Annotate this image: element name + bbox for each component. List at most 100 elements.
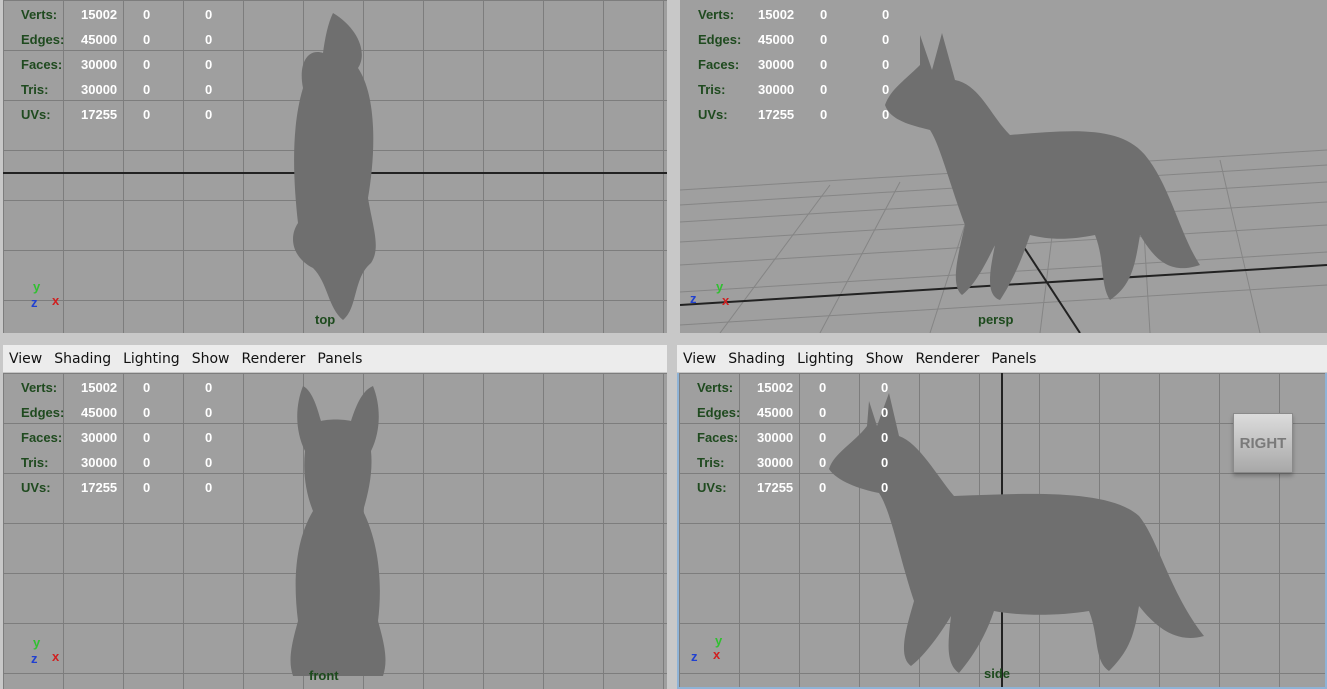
axis-x-label: x bbox=[52, 649, 60, 664]
menu-renderer[interactable]: Renderer bbox=[915, 351, 979, 367]
menu-view[interactable]: View bbox=[9, 351, 42, 367]
hud-value: 0 bbox=[882, 57, 890, 72]
viewport-side[interactable]: View Shading Lighting Show Renderer Pane… bbox=[677, 345, 1327, 689]
axis-indicator: y x z bbox=[688, 279, 730, 319]
poly-count-hud: Verts: 15002 0 0 Edges: 45000 0 0 Faces: 30000 0 0 T… bbox=[21, 375, 245, 500]
hud-value: 0 bbox=[143, 107, 151, 122]
menu-renderer[interactable]: Renderer bbox=[241, 351, 305, 367]
dog-model-top bbox=[293, 13, 376, 320]
hud-value: 30000 bbox=[81, 57, 118, 72]
viewport-persp[interactable]: Verts: 15002 0 0 Edges: 45000 0 0 Faces: 30000 0 0 T… bbox=[680, 0, 1327, 333]
hud-value: 0 bbox=[143, 82, 151, 97]
panel-menubar: View Shading Lighting Show Renderer Pane… bbox=[3, 345, 667, 373]
hud-label: Edges: bbox=[698, 32, 742, 47]
hud-row: Verts: 15002 0 0 bbox=[697, 375, 921, 400]
hud-value: 0 bbox=[143, 57, 151, 72]
menu-view[interactable]: View bbox=[683, 351, 716, 367]
hud-value: 0 bbox=[205, 32, 213, 47]
hud-value: 0 bbox=[819, 455, 827, 470]
menu-show[interactable]: Show bbox=[192, 351, 230, 367]
viewport-canvas-top[interactable]: Verts: 15002 0 0 Edges: 45000 0 0 Faces: 30000 0 0 T… bbox=[3, 0, 667, 333]
menu-show[interactable]: Show bbox=[866, 351, 904, 367]
hud-label: UVs: bbox=[697, 480, 727, 495]
poly-count-hud: Verts: 15002 0 0 Edges: 45000 0 0 Faces: 30000 0 0 T… bbox=[698, 2, 922, 127]
hud-row: Verts: 15002 0 0 bbox=[21, 2, 245, 27]
hud-value: 45000 bbox=[81, 405, 118, 420]
viewport-front[interactable]: View Shading Lighting Show Renderer Pane… bbox=[3, 345, 667, 689]
hud-label: Faces: bbox=[21, 57, 63, 72]
view-cube-label: RIGHT bbox=[1239, 434, 1287, 452]
hud-row: Faces: 30000 0 0 bbox=[21, 52, 245, 77]
menu-shading[interactable]: Shading bbox=[728, 351, 785, 367]
hud-value: 30000 bbox=[757, 455, 794, 470]
hud-value: 0 bbox=[881, 455, 889, 470]
hud-value: 15002 bbox=[758, 7, 795, 22]
viewport-canvas-front[interactable]: Verts: 15002 0 0 Edges: 45000 0 0 Faces: 30000 0 0 T… bbox=[3, 373, 667, 689]
hud-row: Edges: 45000 0 0 bbox=[698, 27, 922, 52]
hud-value: 30000 bbox=[81, 430, 118, 445]
hud-label: Verts: bbox=[21, 380, 58, 395]
axis-x-label: x bbox=[52, 293, 60, 308]
hud-value: 15002 bbox=[81, 380, 118, 395]
hud-value: 0 bbox=[819, 405, 827, 420]
axis-x-label: x bbox=[722, 293, 730, 308]
hud-value: 30000 bbox=[758, 82, 795, 97]
hud-row: Verts: 15002 0 0 bbox=[698, 2, 922, 27]
hud-row: Faces: 30000 0 0 bbox=[697, 425, 921, 450]
hud-value: 0 bbox=[143, 480, 151, 495]
poly-count-hud: Verts: 15002 0 0 Edges: 45000 0 0 Faces: 30000 0 0 T… bbox=[21, 2, 245, 127]
hud-value: 0 bbox=[143, 32, 151, 47]
hud-value: 0 bbox=[205, 480, 213, 495]
hud-value: 0 bbox=[881, 380, 889, 395]
hud-label: Edges: bbox=[697, 405, 741, 420]
hud-row: Tris: 30000 0 0 bbox=[697, 450, 921, 475]
viewport-canvas-side[interactable]: Verts: 15002 0 0 Edges: 45000 0 0 Faces: 30000 0 0 T… bbox=[679, 373, 1325, 687]
hud-value: 0 bbox=[881, 405, 889, 420]
hud-label: UVs: bbox=[21, 107, 51, 122]
hud-value: 0 bbox=[205, 455, 213, 470]
axis-z-label: z bbox=[691, 649, 698, 664]
panel-menubar: View Shading Lighting Show Renderer Pane… bbox=[677, 345, 1327, 373]
axis-z-label: z bbox=[690, 291, 697, 306]
hud-value: 17255 bbox=[81, 107, 118, 122]
hud-row: UVs: 17255 0 0 bbox=[698, 102, 922, 127]
camera-label-persp: persp bbox=[978, 312, 1014, 327]
view-cube[interactable]: RIGHT bbox=[1233, 413, 1293, 473]
hud-label: Tris: bbox=[21, 455, 49, 470]
hud-value: 45000 bbox=[757, 405, 794, 420]
hud-row: Verts: 15002 0 0 bbox=[21, 375, 245, 400]
hud-label: Faces: bbox=[697, 430, 739, 445]
hud-value: 0 bbox=[820, 107, 828, 122]
menu-lighting[interactable]: Lighting bbox=[797, 351, 854, 367]
hud-value: 30000 bbox=[81, 82, 118, 97]
hud-value: 17255 bbox=[757, 480, 794, 495]
hud-row: UVs: 17255 0 0 bbox=[21, 475, 245, 500]
hud-value: 0 bbox=[820, 32, 828, 47]
hud-label: UVs: bbox=[21, 480, 51, 495]
dog-model-front bbox=[290, 386, 386, 676]
hud-value: 45000 bbox=[81, 32, 118, 47]
hud-value: 0 bbox=[820, 82, 828, 97]
menu-panels[interactable]: Panels bbox=[991, 351, 1036, 367]
viewport-top[interactable]: Verts: 15002 0 0 Edges: 45000 0 0 Faces: 30000 0 0 T… bbox=[3, 0, 667, 333]
hud-value: 0 bbox=[882, 7, 890, 22]
hud-row: Edges: 45000 0 0 bbox=[697, 400, 921, 425]
hud-value: 0 bbox=[143, 405, 151, 420]
axis-y-label: y bbox=[33, 279, 41, 294]
hud-value: 0 bbox=[143, 7, 151, 22]
hud-value: 0 bbox=[819, 430, 827, 445]
menu-panels[interactable]: Panels bbox=[317, 351, 362, 367]
hud-value: 17255 bbox=[758, 107, 795, 122]
axis-y-label: y bbox=[33, 635, 41, 650]
hud-label: Tris: bbox=[697, 455, 725, 470]
hud-value: 0 bbox=[143, 380, 151, 395]
hud-value: 0 bbox=[819, 380, 827, 395]
menu-lighting[interactable]: Lighting bbox=[123, 351, 180, 367]
menu-shading[interactable]: Shading bbox=[54, 351, 111, 367]
hud-row: Faces: 30000 0 0 bbox=[698, 52, 922, 77]
hud-label: Edges: bbox=[21, 405, 65, 420]
hud-row: UVs: 17255 0 0 bbox=[697, 475, 921, 500]
viewport-canvas-persp[interactable]: Verts: 15002 0 0 Edges: 45000 0 0 Faces: 30000 0 0 T… bbox=[680, 0, 1327, 333]
hud-label: Tris: bbox=[698, 82, 726, 97]
hud-value: 0 bbox=[881, 430, 889, 445]
